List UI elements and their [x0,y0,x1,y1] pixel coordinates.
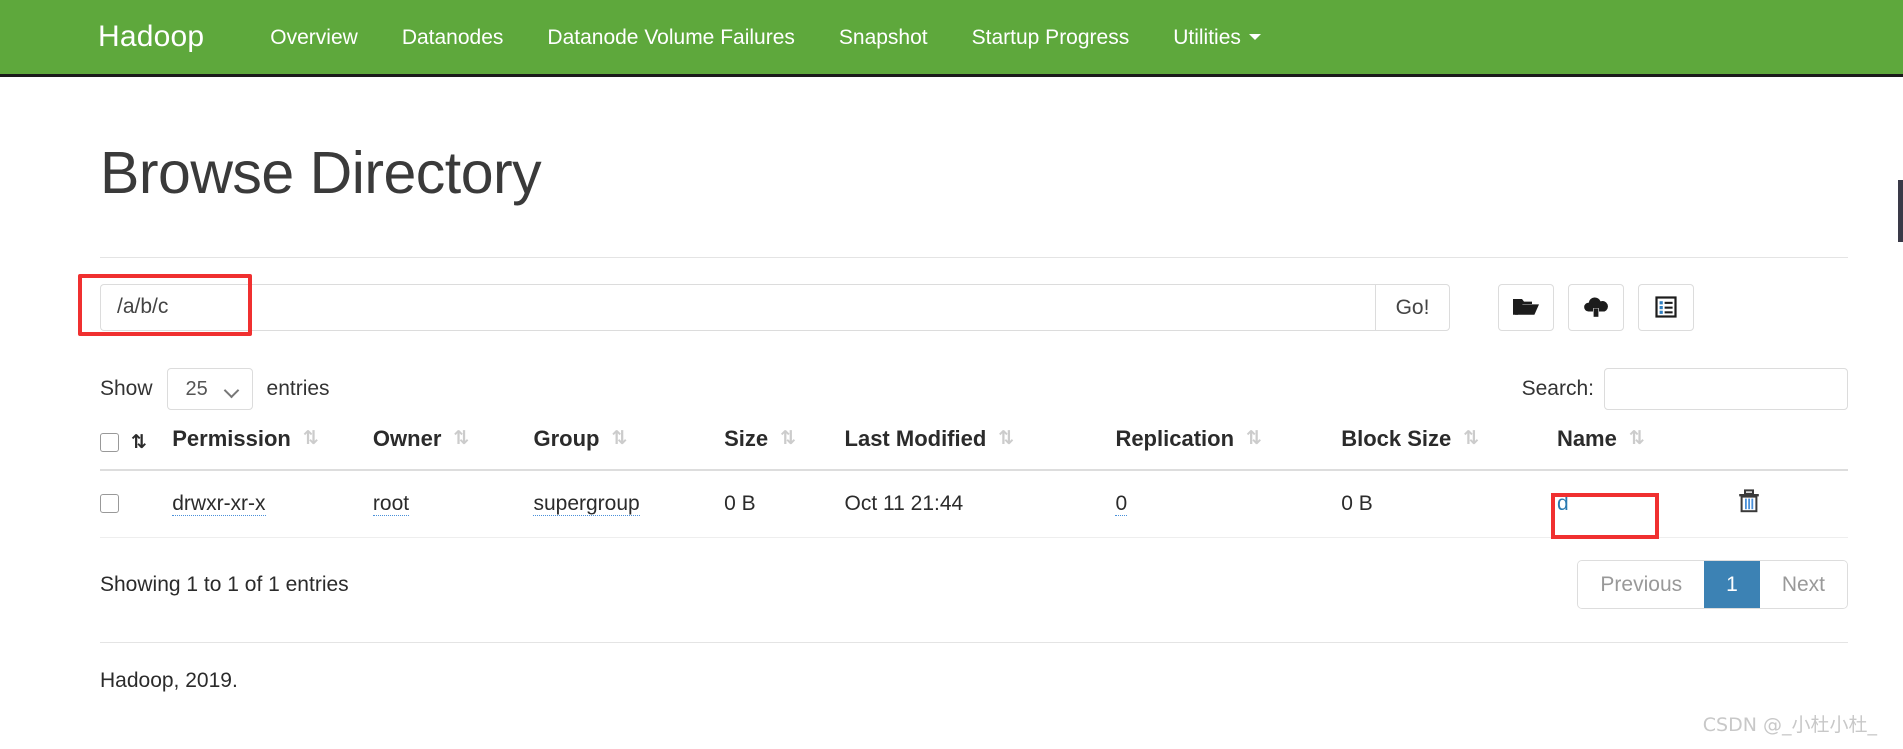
nav-item-utilities-label: Utilities [1173,25,1241,49]
th-name[interactable]: Name ⇅ [1556,425,1738,471]
cloud-upload-icon [1582,296,1610,318]
cell-owner: root [372,469,534,538]
pagination: Previous 1 Next [1577,559,1848,610]
entries-label: entries [266,376,330,400]
page-title: Browse Directory [100,140,542,206]
th-actions [1737,425,1848,471]
th-replication-label: Replication [1115,425,1235,451]
cell-permission: drwxr-xr-x [172,469,373,538]
row-select-checkbox[interactable] [100,494,119,514]
entries-info: Showing 1 to 1 of 1 entries [100,572,349,596]
cell-block-size: 0 B [1341,469,1557,538]
csdn-watermark: CSDN @_小杜小杜_ [1702,714,1877,736]
replication-value[interactable]: 0 [1115,491,1128,516]
sort-icon[interactable]: ⇅ [131,432,147,452]
vertical-scrollbar[interactable] [1898,180,1903,242]
chevron-down-icon [1248,34,1261,40]
th-permission[interactable]: Permission ⇅ [172,425,373,471]
th-last-modified-label: Last Modified [844,425,987,451]
files-table: ⇅ Permission ⇅ Owner ⇅ Group ⇅ Size ⇅ La… [100,425,1848,538]
th-permission-label: Permission [172,425,291,451]
entries-length-control: Show 25 entries [100,367,330,410]
nav-item-utilities[interactable]: Utilities [1151,27,1283,48]
nav-item-startup-progress[interactable]: Startup Progress [950,27,1152,48]
sort-icon[interactable]: ⇅ [453,429,469,448]
pagination-next[interactable]: Next [1759,560,1847,609]
show-label: Show [100,376,153,400]
th-group[interactable]: Group ⇅ [533,425,725,471]
path-input-group: Go! [100,283,1450,331]
search-input[interactable] [1604,367,1848,410]
browse-directory-page: Hadoop Overview Datanodes Datanode Volum… [0,0,1903,749]
datatable-footer: Showing 1 to 1 of 1 entries Previous 1 N… [100,559,1848,610]
cell-actions [1737,469,1848,538]
footer-divider [100,642,1848,644]
cut-paste-button[interactable] [1638,283,1694,331]
table-header-row: ⇅ Permission ⇅ Owner ⇅ Group ⇅ Size ⇅ La… [100,425,1848,471]
cell-select [100,469,173,538]
page-length-select-wrap: 25 [166,367,253,410]
cell-replication: 0 [1115,469,1342,538]
th-group-label: Group [533,425,600,451]
th-block-size[interactable]: Block Size ⇅ [1341,425,1557,471]
th-size-label: Size [724,425,769,451]
upload-files-button[interactable] [1568,283,1624,331]
name-link[interactable]: d [1557,492,1569,515]
permission-value[interactable]: drwxr-xr-x [172,491,266,516]
title-divider [100,256,1848,258]
go-button[interactable]: Go! [1375,283,1450,331]
nav-item-datanode-volume-failures[interactable]: Datanode Volume Failures [525,27,816,48]
nav-item-datanodes[interactable]: Datanodes [380,27,526,48]
owner-value[interactable]: root [372,491,410,516]
nav-item-overview[interactable]: Overview [248,27,380,48]
sort-icon[interactable]: ⇅ [1629,429,1645,448]
th-last-modified[interactable]: Last Modified ⇅ [844,425,1116,471]
cell-size: 0 B [724,469,845,538]
search-control: Search: [1521,367,1848,410]
th-size[interactable]: Size ⇅ [724,425,845,471]
files-table-body: drwxr-xr-x root supergroup 0 B Oct 11 21… [100,469,1848,538]
cell-group: supergroup [533,469,725,538]
search-label: Search: [1521,376,1594,400]
clipboard-list-icon [1654,295,1678,319]
sort-icon[interactable]: ⇅ [1246,429,1262,448]
folder-open-icon [1512,296,1540,318]
sort-icon[interactable]: ⇅ [1463,429,1479,448]
sort-icon[interactable]: ⇅ [611,429,627,448]
cell-last-modified: Oct 11 21:44 [844,469,1116,538]
path-input[interactable] [100,283,1375,331]
nav-links: Overview Datanodes Datanode Volume Failu… [248,27,1283,48]
path-action-buttons [1498,283,1694,331]
th-name-label: Name [1556,425,1617,451]
pagination-previous[interactable]: Previous [1578,560,1705,609]
table-row: drwxr-xr-x root supergroup 0 B Oct 11 21… [100,469,1848,538]
page-length-select[interactable]: 25 [166,367,253,410]
cell-name: d [1556,469,1738,538]
brand-hadoop[interactable]: Hadoop [98,22,204,52]
th-owner-label: Owner [372,425,442,451]
sort-icon[interactable]: ⇅ [998,429,1014,448]
top-navbar: Hadoop Overview Datanodes Datanode Volum… [0,0,1903,77]
path-toolbar: Go! [78,273,1848,336]
th-block-size-label: Block Size [1341,425,1452,451]
trash-icon [1738,489,1760,516]
th-replication[interactable]: Replication ⇅ [1115,425,1342,471]
pagination-page-1[interactable]: 1 [1704,560,1760,609]
page-container: Browse Directory Go! [0,80,1903,693]
create-directory-button[interactable] [1498,283,1554,331]
footer-copyright: Hadoop, 2019. [100,669,238,693]
group-value[interactable]: supergroup [533,491,640,516]
th-select-all[interactable]: ⇅ [100,425,173,471]
select-all-checkbox[interactable] [100,432,119,452]
sort-icon[interactable]: ⇅ [303,429,319,448]
th-owner[interactable]: Owner ⇅ [372,425,534,471]
nav-item-snapshot[interactable]: Snapshot [817,27,950,48]
page-inner: Browse Directory Go! [78,140,1848,693]
sort-icon[interactable]: ⇅ [780,429,796,448]
datatable-controls: Show 25 entries Search: [100,367,1848,410]
delete-row-button[interactable] [1738,489,1760,513]
files-table-head: ⇅ Permission ⇅ Owner ⇅ Group ⇅ Size ⇅ La… [100,425,1848,471]
